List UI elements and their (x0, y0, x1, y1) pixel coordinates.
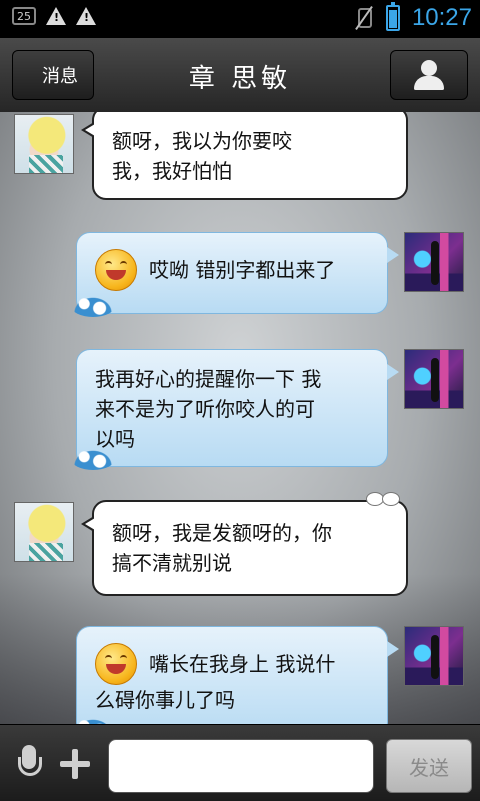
message-bubble-incoming[interactable]: 额呀，我以为你要咬 我，我好怕怕 (81, 112, 408, 200)
status-bar: 25 ! ! 10:27 (0, 0, 480, 38)
my-avatar[interactable] (404, 626, 464, 686)
input-bar: 发送 (0, 724, 480, 801)
mute-icon (354, 6, 374, 30)
message-text: 来不是为了听你咬人的可 (95, 397, 315, 421)
wave-decoration-icon (71, 448, 115, 470)
my-avatar[interactable] (404, 232, 464, 292)
plus-icon[interactable] (60, 749, 90, 779)
battery-icon (385, 2, 400, 31)
message-text: 么碍你事儿了吗 (95, 688, 235, 712)
message-bubble-incoming[interactable]: 额呀，我是发额呀的，你 搞不清就别说 (81, 492, 408, 596)
message-text: 搞不清就别说 (112, 551, 232, 575)
my-avatar[interactable] (404, 349, 464, 409)
back-button[interactable]: 消息 (12, 50, 94, 100)
raincloud-icon (366, 112, 400, 116)
wave-decoration-icon (71, 295, 115, 317)
message-text: 额呀，我以为你要咬 (112, 129, 292, 153)
contact-avatar[interactable] (14, 502, 74, 562)
wave-decoration-icon (71, 717, 115, 724)
message-input[interactable] (108, 739, 374, 793)
message-text: 哎呦 错别字都出来了 (149, 258, 336, 282)
microphone-icon[interactable] (16, 745, 42, 781)
smiley-emoji-icon (95, 643, 137, 685)
warning-icon: ! (76, 7, 96, 25)
person-icon (421, 60, 437, 76)
contact-avatar[interactable] (14, 114, 74, 174)
message-bubble-outgoing[interactable]: 哎呦 错别字都出来了 (71, 232, 399, 317)
send-button[interactable]: 发送 (386, 739, 472, 793)
smiley-emoji-icon (95, 249, 137, 291)
chat-title: 章 思敏 (188, 64, 292, 94)
warning-icon: ! (46, 7, 66, 25)
notification-badge-icon: 25 (12, 7, 36, 25)
message-list[interactable]: 额呀，我以为你要咬 我，我好怕怕 哎呦 错别字都出来了 我再好心的提醒你一下 我… (0, 112, 480, 724)
contact-profile-button[interactable] (390, 50, 468, 100)
message-bubble-outgoing[interactable]: 我再好心的提醒你一下 我 来不是为了听你咬人的可 以吗 (71, 349, 399, 470)
raincloud-icon (366, 492, 400, 510)
message-text: 额呀，我是发额呀的，你 (112, 521, 332, 545)
message-text: 我，我好怕怕 (112, 159, 232, 183)
clock: 10:27 (411, 4, 472, 31)
message-text: 我再好心的提醒你一下 我 (95, 367, 322, 391)
message-text: 以吗 (95, 427, 135, 451)
message-text: 嘴长在我身上 我说什 (149, 652, 336, 676)
chat-header: 消息 章 思敏 (0, 38, 480, 113)
message-bubble-outgoing[interactable]: 嘴长在我身上 我说什 么碍你事儿了吗 (71, 626, 399, 724)
